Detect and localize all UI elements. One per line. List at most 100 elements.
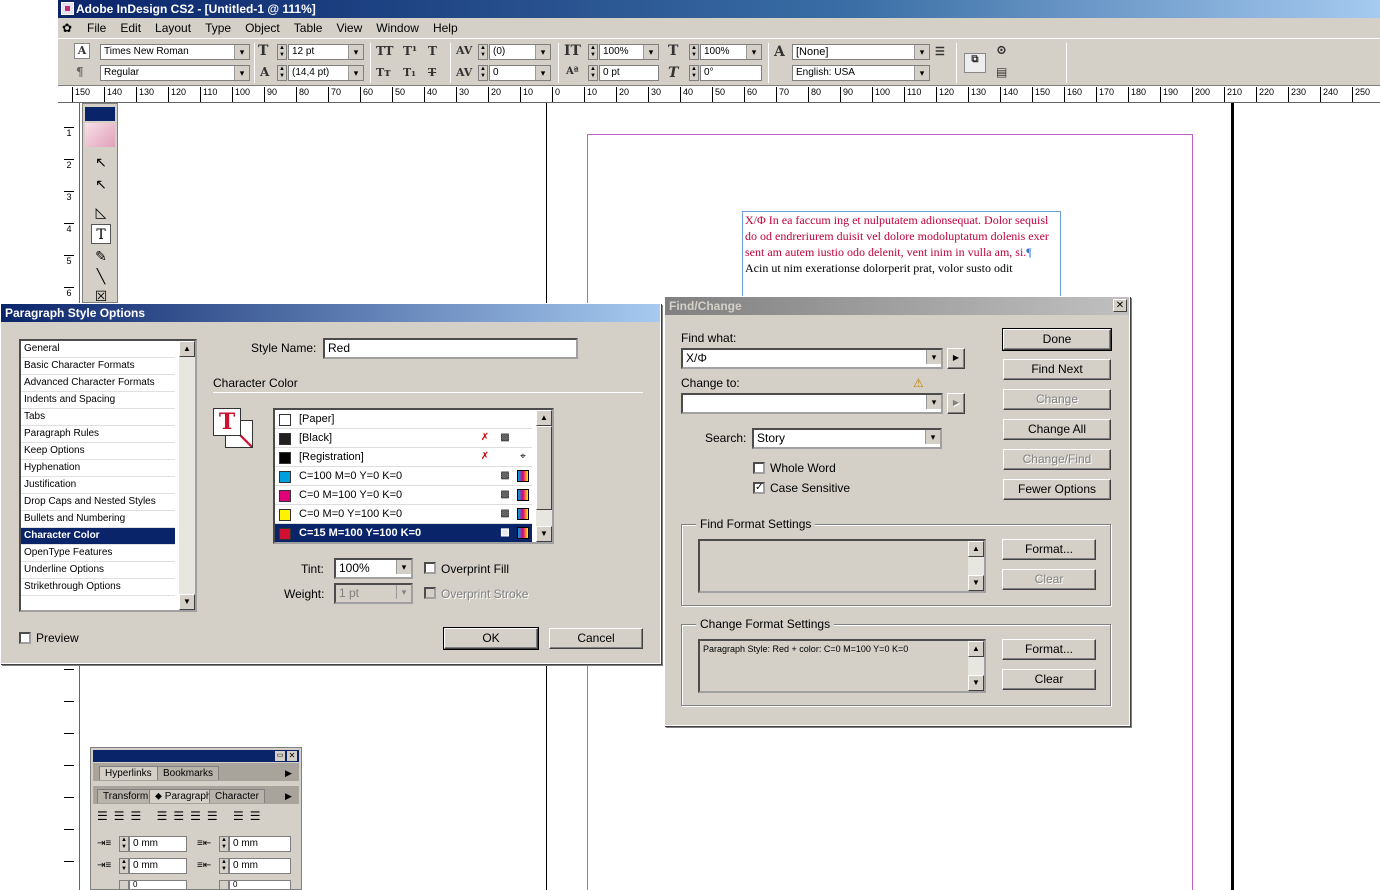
fc-titlebar[interactable]: Find/Change: [665, 297, 1129, 315]
done-button[interactable]: Done: [1002, 328, 1112, 351]
menu-view[interactable]: View: [329, 21, 369, 35]
tab-transform[interactable]: Transform: [97, 789, 155, 803]
fill-stroke-icon[interactable]: T: [213, 408, 255, 450]
change-special-chars-icon[interactable]: ▶: [947, 393, 965, 414]
space-after-field[interactable]: 0: [229, 880, 291, 890]
category-item[interactable]: Drop Caps and Nested Styles: [21, 494, 175, 511]
selection-tool-icon[interactable]: ↖: [91, 152, 111, 172]
swatch-item[interactable]: [Registration] ✗ ⌖: [275, 448, 532, 467]
toolbox-header[interactable]: [85, 107, 115, 121]
font-size-field[interactable]: 12 pt: [288, 44, 364, 60]
menu-file[interactable]: File: [80, 21, 113, 35]
swatch-scroll-up-icon[interactable]: ▲: [536, 410, 552, 426]
ok-button[interactable]: OK: [443, 627, 539, 650]
swatch-item[interactable]: C=0 M=0 Y=100 K=0 ▩: [275, 505, 532, 524]
type-tool-icon[interactable]: T: [91, 224, 111, 244]
scroll-down-icon[interactable]: ▼: [179, 594, 195, 610]
font-size-spinner[interactable]: ▲ ▼: [277, 44, 287, 60]
leading-spinner[interactable]: ▲ ▼: [277, 65, 287, 81]
category-item[interactable]: OpenType Features: [21, 545, 175, 562]
tracking-spinner[interactable]: ▲ ▼: [478, 65, 488, 81]
vscale-spinner[interactable]: ▲ ▼: [588, 44, 598, 60]
tab-character[interactable]: Character: [209, 789, 265, 803]
preview-checkbox[interactable]: [19, 632, 31, 644]
font-style-field[interactable]: Regular: [100, 65, 250, 81]
alignment-buttons[interactable]: ☰☰☰ ☰☰☰☰ ☰☰: [97, 809, 267, 823]
menu-table[interactable]: Table: [287, 21, 330, 35]
fewer-options-button[interactable]: Fewer Options: [1003, 479, 1111, 500]
all-caps-icon[interactable]: TT: [376, 44, 393, 58]
left-indent-field[interactable]: 0 mm: [129, 836, 187, 852]
baseline-shift-field[interactable]: 0 pt: [599, 65, 659, 81]
menu-edit[interactable]: Edit: [113, 21, 148, 35]
category-item[interactable]: Bullets and Numbering: [21, 511, 175, 528]
category-item[interactable]: Paragraph Rules: [21, 426, 175, 443]
case-sensitive-checkbox[interactable]: ✓: [753, 482, 765, 494]
swatch-scrollbar[interactable]: ▲ ▼: [536, 410, 552, 542]
paragraph-mode-icon[interactable]: ¶: [76, 65, 84, 79]
category-item[interactable]: Strikethrough Options: [21, 579, 175, 596]
kerning-spinner[interactable]: ▲ ▼: [478, 44, 488, 60]
category-item[interactable]: Indents and Spacing: [21, 392, 175, 409]
category-list[interactable]: General Basic Character Formats Advanced C…: [19, 339, 197, 612]
change-all-button[interactable]: Change All: [1003, 419, 1111, 440]
tracking-field[interactable]: 0: [489, 65, 551, 81]
language-field[interactable]: English: USA: [792, 65, 930, 81]
find-next-button[interactable]: Find Next: [1003, 359, 1111, 380]
tint-field[interactable]: 100%: [334, 558, 413, 579]
swatch-list[interactable]: [Paper] [Black] ✗ ▩ [Registration] ✗ ⌖ C=100 M=…: [273, 408, 554, 544]
last-line-spinner[interactable]: ▲ ▼: [219, 858, 229, 874]
swatch-item[interactable]: [Black] ✗ ▩: [275, 429, 532, 448]
find-special-chars-icon[interactable]: ▶: [947, 348, 965, 369]
change-find-button[interactable]: Change/Find: [1003, 449, 1111, 470]
menu-object[interactable]: Object: [238, 21, 287, 35]
right-indent-spinner[interactable]: ▲ ▼: [219, 836, 229, 852]
hscale-spinner[interactable]: ▲ ▼: [689, 44, 699, 60]
subscript-icon[interactable]: T₁: [403, 66, 416, 79]
menu-help[interactable]: Help: [426, 21, 465, 35]
text-frame[interactable]: X/Φ In ea faccum ing et nulputatem adion…: [742, 211, 1061, 301]
story-editor-icon[interactable]: ⧉: [964, 53, 986, 73]
line-tool-icon[interactable]: ╲: [91, 266, 111, 286]
change-format-button[interactable]: Format...: [1002, 639, 1096, 660]
category-item[interactable]: Tabs: [21, 409, 175, 426]
cancel-button[interactable]: Cancel: [549, 628, 643, 649]
indesign-app-icon[interactable]: [61, 2, 74, 15]
direct-selection-tool-icon[interactable]: ↖: [91, 174, 111, 194]
swatch-item[interactable]: C=15 M=100 Y=100 K=0 ▩: [275, 524, 532, 542]
menu-layout[interactable]: Layout: [148, 21, 198, 35]
panel-titlebar[interactable]: ▭ ✕: [93, 750, 299, 762]
change-button[interactable]: Change: [1003, 389, 1111, 410]
category-item[interactable]: Basic Character Formats: [21, 358, 175, 375]
swatch-item[interactable]: C=0 M=100 Y=0 K=0 ▩: [275, 486, 532, 505]
indesign-logo[interactable]: [85, 123, 115, 147]
space-before-field[interactable]: 0: [129, 880, 187, 890]
skew-spinner[interactable]: ▲ ▼: [689, 65, 699, 81]
weight-field[interactable]: 1 pt: [334, 583, 413, 604]
vertical-scale-field[interactable]: 100%: [599, 44, 659, 60]
change-clear-button[interactable]: Clear: [1002, 669, 1096, 690]
kerning-field[interactable]: (0): [489, 44, 551, 60]
underline-icon[interactable]: T: [428, 44, 437, 58]
pencil-tool-icon[interactable]: ✎: [91, 246, 111, 266]
paragraph-menu-arrow-icon[interactable]: ▶: [285, 791, 292, 802]
swatch-scroll-thumb[interactable]: [536, 426, 552, 510]
category-item[interactable]: Advanced Character Formats: [21, 375, 175, 392]
space-after-spinner[interactable]: [219, 880, 229, 890]
panel-menu-icon[interactable]: ⊙: [996, 43, 1007, 58]
category-item[interactable]: Underline Options: [21, 562, 175, 579]
tab-hyperlinks[interactable]: Hyperlinks: [99, 766, 158, 780]
superscript-icon[interactable]: T¹: [403, 44, 417, 58]
category-item[interactable]: Character Color: [21, 528, 175, 545]
font-family-field[interactable]: Times New Roman: [100, 44, 250, 60]
find-what-input[interactable]: X/Φ: [681, 348, 943, 369]
overprint-stroke-checkbox[interactable]: [424, 587, 436, 599]
horizontal-ruler[interactable]: 150 140 130 120 110 100 90 80 70 60 50 40 30 20 10 0 10 2…: [58, 86, 1380, 103]
strikethrough-icon[interactable]: T: [428, 66, 436, 79]
style-name-input[interactable]: Red: [323, 338, 578, 359]
category-item[interactable]: General: [21, 341, 175, 358]
panel-menu-arrow-icon[interactable]: ▶: [285, 768, 292, 779]
find-clear-button[interactable]: Clear: [1002, 569, 1096, 590]
scroll-up-icon[interactable]: ▲: [179, 341, 195, 357]
category-item[interactable]: Hyphenation: [21, 460, 175, 477]
